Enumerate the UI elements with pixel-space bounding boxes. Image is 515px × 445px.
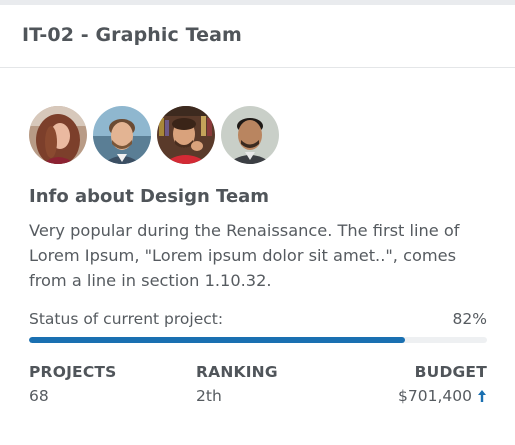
team-card: IT-02 - Graphic Team Info about Design T…: [0, 0, 515, 445]
arrow-up-icon: [477, 389, 487, 403]
team-stats: PROJECTS 68 RANKING 2th BUDGET $701,400: [29, 363, 487, 409]
budget-value-row: $701,400: [398, 387, 487, 405]
avatar[interactable]: [93, 106, 151, 164]
info-text: Very popular during the Renaissance. The…: [29, 221, 460, 290]
project-progress-fill: [29, 337, 405, 343]
team-avatars: [29, 106, 487, 164]
info-title: Info about Design Team: [29, 186, 270, 207]
status-row: Status of current project: 82%: [29, 310, 487, 328]
ranking-label: RANKING: [196, 363, 278, 381]
stat-projects: PROJECTS 68: [29, 363, 117, 405]
stat-ranking: RANKING 2th: [196, 363, 278, 405]
budget-label: BUDGET: [414, 363, 487, 381]
avatar[interactable]: [221, 106, 279, 164]
card-body: Info about Design Team Very popular duri…: [29, 106, 487, 409]
avatar[interactable]: [29, 106, 87, 164]
project-progress-bar: [29, 337, 487, 343]
card-header: IT-02 - Graphic Team: [0, 5, 515, 68]
projects-label: PROJECTS: [29, 363, 117, 381]
avatar[interactable]: [157, 106, 215, 164]
ranking-value: 2th: [196, 387, 222, 405]
budget-value: $701,400: [398, 387, 472, 405]
status-percent: 82%: [452, 310, 487, 328]
status-label: Status of current project:: [29, 310, 224, 328]
projects-value: 68: [29, 387, 49, 405]
stat-budget: BUDGET $701,400: [398, 363, 487, 405]
card-title: IT-02 - Graphic Team: [22, 24, 242, 46]
